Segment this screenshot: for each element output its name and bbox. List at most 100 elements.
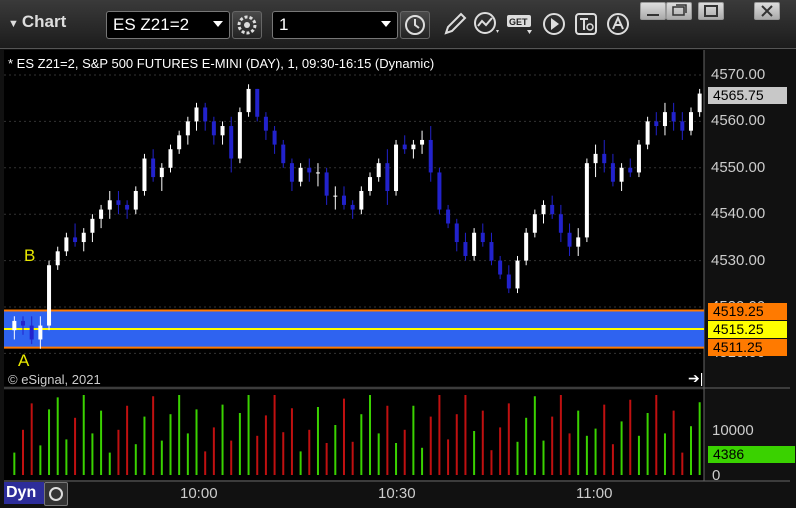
symbol-settings-button[interactable] [232,11,262,39]
candle-body [359,191,364,210]
candle-body [116,200,121,205]
candle-body [133,191,138,210]
candle-body [90,218,95,233]
lock-icon[interactable] [44,482,68,506]
candle-body [671,112,676,122]
get-data-button[interactable]: GET [506,10,536,38]
point-b-label: B [24,246,36,265]
price-tick: 4560.00 [711,112,766,129]
candle-body [610,163,615,182]
text-tool-button[interactable] [572,10,602,38]
candle-body [541,204,546,215]
restore-window-button[interactable] [640,2,666,20]
alert-icon [607,13,629,35]
draw-tool-button[interactable] [440,10,470,38]
candle-body [12,320,17,331]
upper-band-tag: 4519.25 [708,303,787,320]
study-icon [474,12,499,34]
candle-body [394,144,399,191]
candle-body [73,237,78,243]
time-label: 11:00 [576,485,613,502]
candle-body [602,153,607,164]
candle-body [350,204,355,210]
price-scale[interactable]: 4570.00 4560.00 4550.00 4540.00 4530.00 … [705,50,790,386]
price-tick: 4530.00 [711,252,766,269]
gear-icon [237,15,257,35]
candle-body [697,93,702,113]
candle-body [463,242,468,256]
text-tool-icon [575,13,597,35]
candle-body [203,107,208,122]
candle-body [125,204,130,210]
candle-body [645,121,650,145]
candle-body [680,121,685,131]
candle-body [47,265,52,326]
restore-icon [647,14,659,16]
time-settings-button[interactable] [400,11,430,39]
volume-tick: 0 [712,467,721,484]
candle-body [454,223,459,243]
candle-body [636,144,641,173]
alert-button[interactable] [604,10,634,38]
scroll-to-end-icon[interactable]: ➔| [688,370,703,387]
chevron-down-icon [381,21,391,27]
copyright-label: © eSignal, 2021 [8,372,101,387]
candle-body [315,172,320,174]
volume-last-tag: 4386 [708,446,795,463]
time-label: 10:00 [180,485,218,502]
chart-window: ▼ Chart ES Z21=2 1 GET * ES Z21=2, S&P 5… [0,0,796,508]
candle-body [688,112,693,131]
candle-body [151,158,156,178]
chart-legend: * ES Z21=2, S&P 500 FUTURES E-MINI (DAY)… [8,56,435,71]
candle-body [385,163,390,191]
price-tick: 4570.00 [711,66,766,83]
candle-body [498,260,503,275]
candle-body [584,163,589,238]
time-label: 10:30 [378,485,416,502]
candle-body [159,167,164,178]
candle-body [506,274,511,289]
chevron-down-icon [213,21,223,27]
candle-body [558,214,563,233]
interval-value: 1 [279,15,289,34]
candle-body [38,325,43,340]
candle-body [654,121,659,127]
dynamic-mode-button[interactable]: Dyn [4,482,44,504]
maximize-icon [704,5,718,17]
candle-body [376,163,381,178]
candle-body [168,149,173,168]
candle-body [107,200,112,210]
close-window-button[interactable] [754,2,780,20]
study-button[interactable] [472,10,502,38]
candle-body [489,242,494,261]
candle-body [515,260,520,289]
point-a-label: A [18,351,30,370]
candle-body [593,153,598,164]
candle-body [411,144,416,150]
window-title[interactable]: ▼ Chart [8,12,66,32]
window-title-label: Chart [21,12,67,31]
candle-body [446,209,451,224]
symbol-selector[interactable]: ES Z21=2 [106,11,230,39]
price-chart[interactable] [4,50,790,508]
candle-body [55,251,60,266]
interval-selector[interactable]: 1 [272,11,398,39]
candle-body [142,158,147,191]
candle-body [472,232,477,256]
candle-body [281,144,286,164]
candle-body [64,237,69,252]
replay-button[interactable] [540,10,570,38]
maximize-window-button[interactable] [698,2,724,20]
candle-body [428,139,433,173]
mid-line-tag: 4515.25 [708,321,787,338]
candle-body [289,163,294,182]
chart-dropdown-icon[interactable]: ▼ [8,18,19,30]
candle-body [29,325,34,340]
pencil-icon [444,12,467,35]
candle-body [662,112,667,127]
candle-body [341,195,346,205]
toolbar: ▼ Chart ES Z21=2 1 GET [0,0,796,49]
tile-window-button[interactable] [666,2,692,20]
chart-area[interactable]: * ES Z21=2, S&P 500 FUTURES E-MINI (DAY)… [4,50,795,508]
candle-body [368,177,373,191]
